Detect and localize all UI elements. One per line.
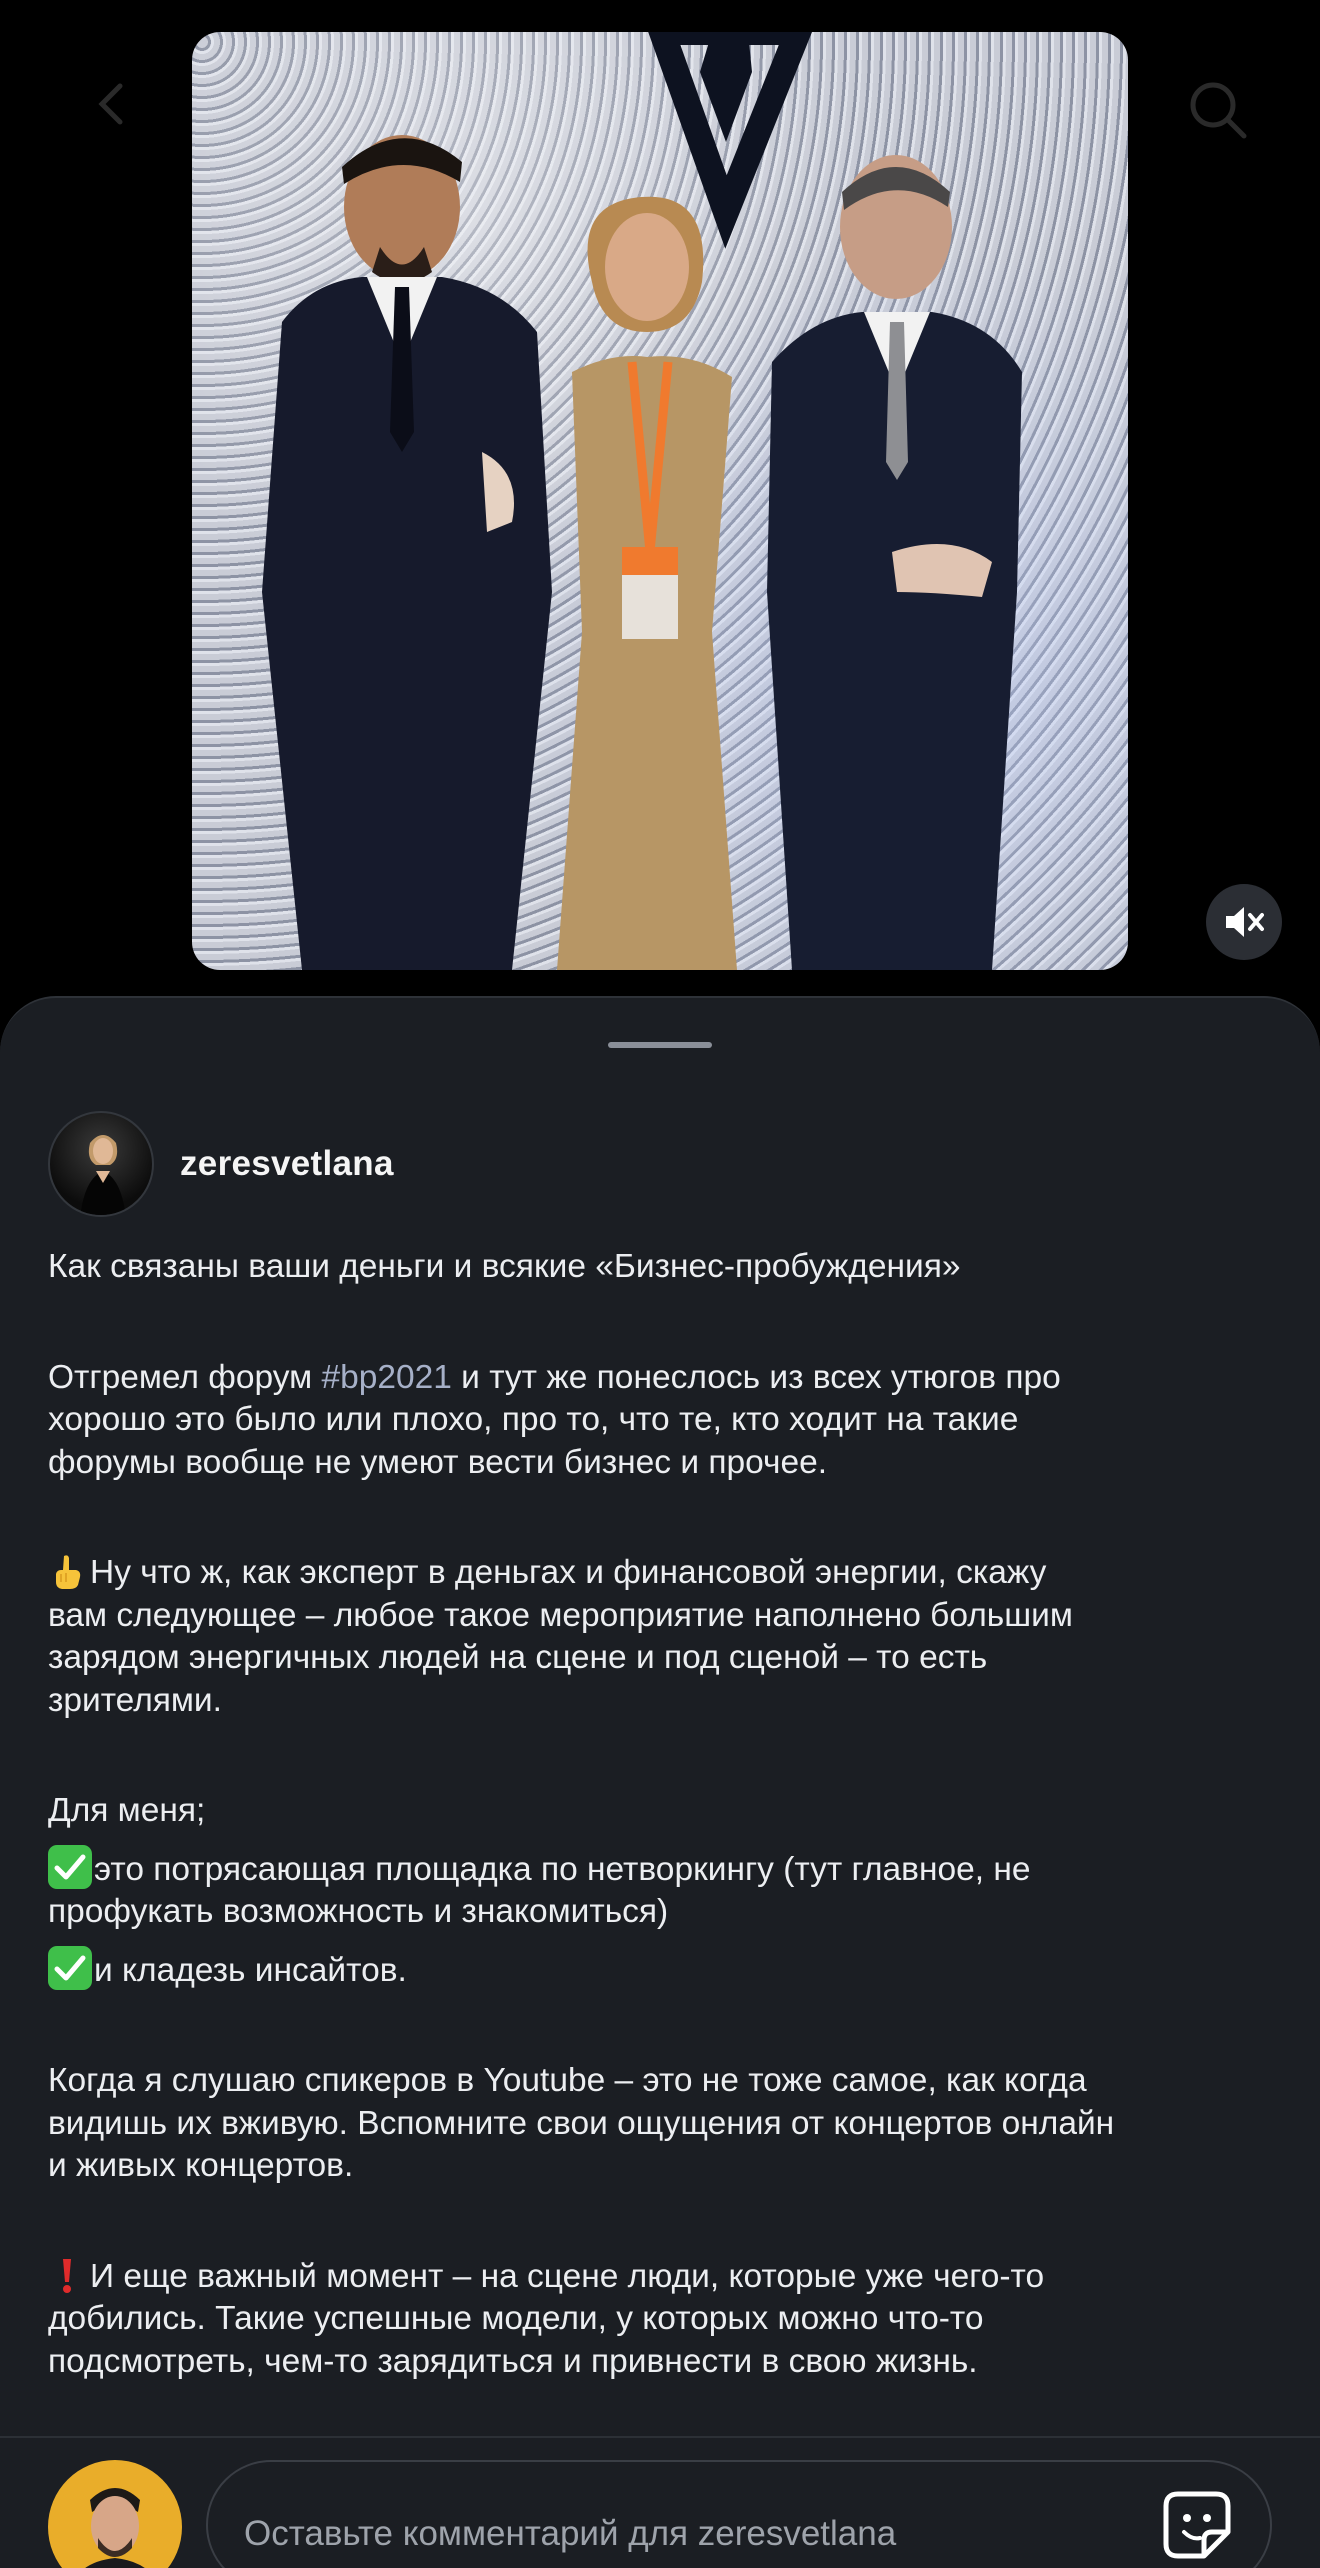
caption-line: подсмотреть, чем-то зарядиться и привнес… [48,2342,978,2380]
caption-line: зрителями. [48,1681,222,1719]
caption-paragraph-4: Когда я слушаю спикеров в Youtube – это … [48,2060,1278,2188]
caption-title: Как связаны ваши деньги и всякие «Бизнес… [48,1248,961,1285]
left-cutout-figure [262,135,552,970]
chevron-left-icon[interactable] [88,80,136,128]
caption-line: вам следующее – любое такое мероприятие … [48,1596,1073,1634]
caption-paragraph-5: И еще важный момент – на сцене люди, кот… [48,2256,1278,2384]
caption-paragraph-1: Отгремел форум #bp2021 и тут же понеслос… [48,1357,1278,1485]
mute-button[interactable] [1206,884,1282,960]
caption-paragraph-2: Ну что ж, как эксперт в деньгах и финанс… [48,1552,1278,1722]
post-caption: Как связаны ваши деньги и всякие «Бизнес… [48,1246,1278,2451]
right-cutout-figure [767,155,1022,970]
comment-placeholder: Оставьте комментарий для zeresvetlana [244,2514,897,2553]
red-exclamation-emoji [63,2258,71,2293]
check-mark-emoji [48,1945,92,1990]
search-icon[interactable] [1186,78,1250,142]
author-username[interactable]: zeresvetlana [180,1144,394,1184]
caption-line: Ну что ж, как эксперт в деньгах и финанс… [48,1552,1278,1595]
caption-line: Когда я слушаю спикеров в Youtube – это … [48,2062,1087,2099]
comment-input[interactable]: Оставьте комментарий для zeresvetlana [206,2460,1272,2568]
point-up-emoji [56,1555,81,1589]
caption-list-item-1: это потрясающая площадка по нетворкингу … [48,1844,1278,1934]
check-mark-emoji [48,1844,92,1889]
caption-line: добились. Такие успешные модели, у котор… [48,2300,984,2337]
author-row[interactable]: zeresvetlana [48,1110,394,1218]
caption-line: форумы вообще не умеют вести бизнес и пр… [48,1443,828,1481]
drag-handle[interactable] [608,1042,712,1048]
hashtag-link[interactable]: #bp2021 [321,1359,451,1396]
media-area [0,0,1320,1000]
caption-line: зарядом энергичных людей на сцене и под … [48,1639,988,1676]
center-woman-figure [557,196,737,970]
caption-line: Отгремел форум #bp2021 и тут же понеслос… [48,1358,1061,1396]
caption-line: это потрясающая площадка по нетворкингу … [48,1844,1278,1892]
caption-line: хорошо это было или плохо, про то, что т… [48,1401,1019,1438]
caption-line: И еще важный момент – на сцене люди, кот… [48,2256,1278,2299]
caption-list-item-2: и кладезь инсайтов. [48,1945,1278,1993]
caption-line: видишь их вживую. Вспомните свои ощущени… [48,2104,1115,2142]
current-user-avatar[interactable] [48,2460,182,2568]
post-details-sheet: zeresvetlana Как связаны ваши деньги и в… [0,996,1320,2568]
speaker-muted-icon [1226,907,1264,937]
caption-intro: Для меня; [48,1792,206,1829]
caption-line: профукать возможность и знакомиться) [48,1893,669,1930]
caption-line: и живых концертов. [48,2147,354,2184]
comment-bar: Оставьте комментарий для zeresvetlana [0,2436,1320,2568]
sticker-icon[interactable] [1160,2488,1234,2562]
post-photo[interactable] [192,32,1128,970]
caption-line: и кладезь инсайтов. [48,1945,1278,1993]
author-avatar[interactable] [48,1111,154,1217]
